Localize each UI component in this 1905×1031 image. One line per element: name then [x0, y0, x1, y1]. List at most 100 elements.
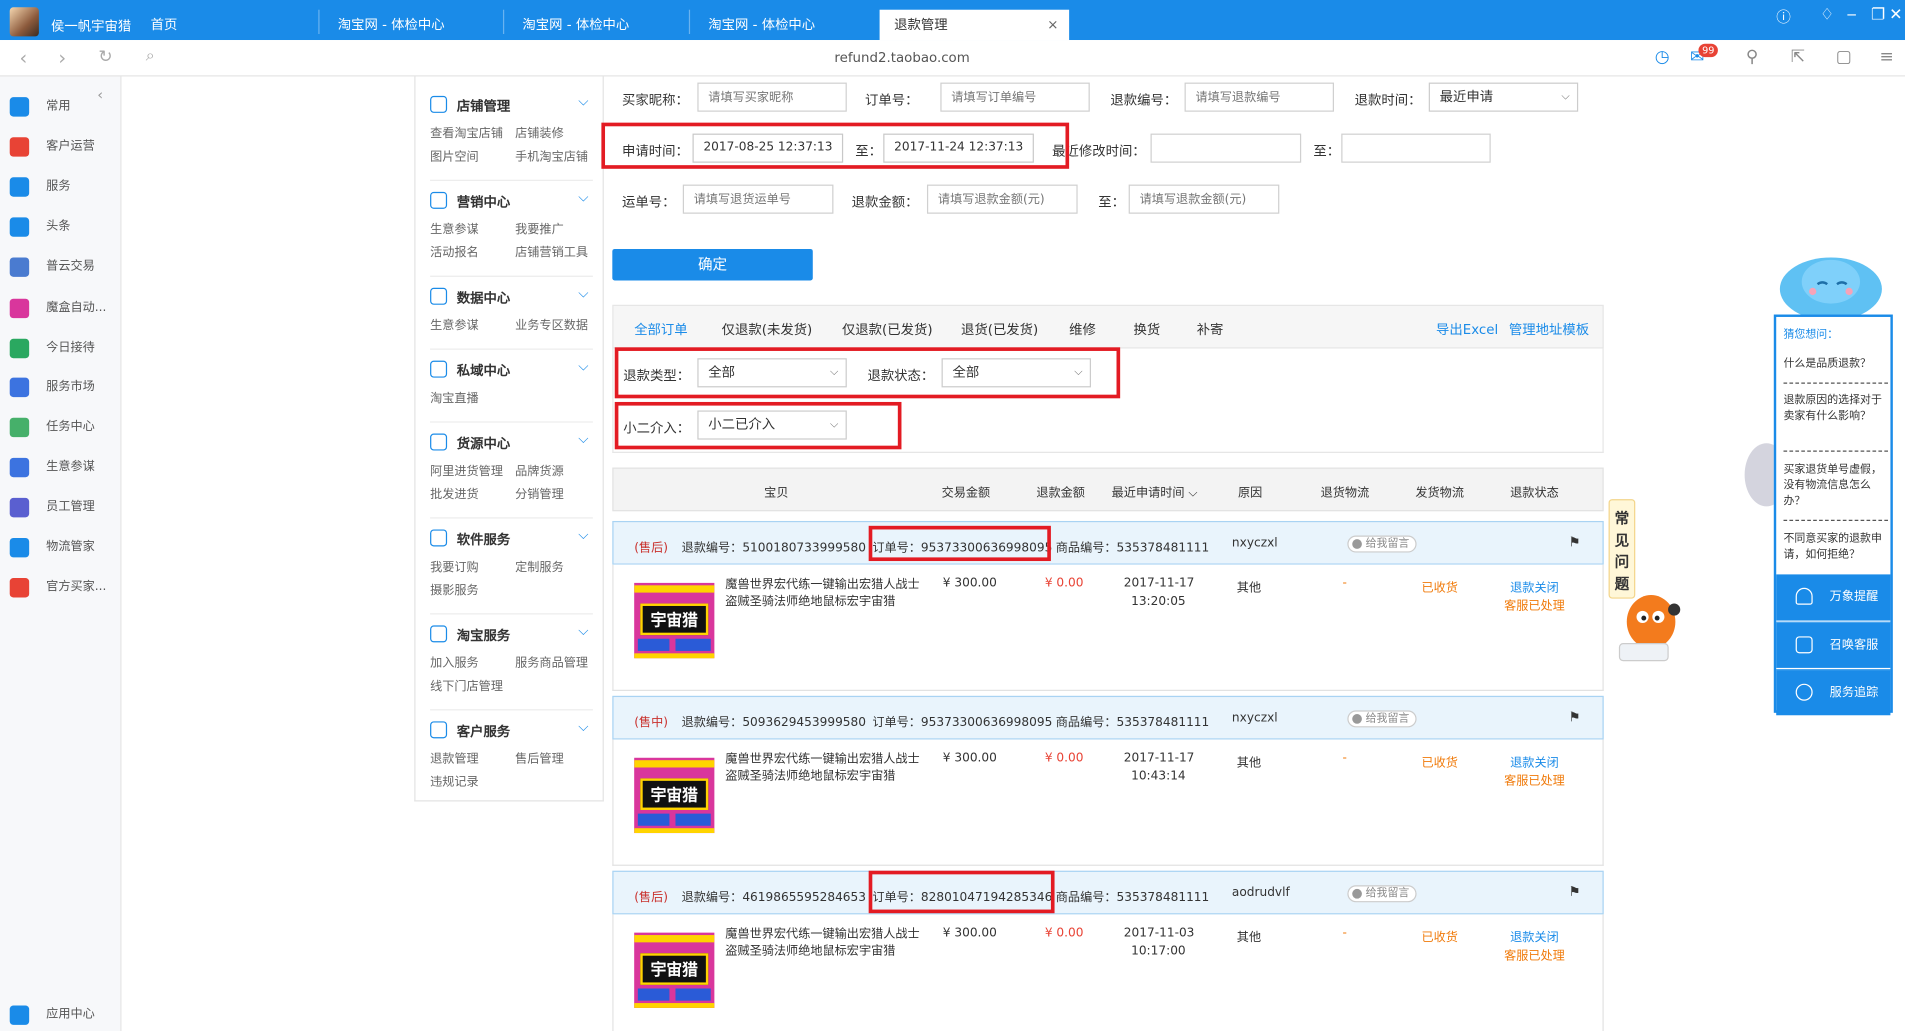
- buyer-name[interactable]: nxyczxl: [1232, 712, 1278, 725]
- assistant-question[interactable]: 什么是品质退款？: [1784, 357, 1888, 373]
- nav-link[interactable]: 批发进货: [430, 483, 479, 501]
- chevron-down-icon[interactable]: ⌵: [578, 285, 588, 302]
- nav-link[interactable]: 线下门店管理: [430, 675, 503, 693]
- tab-reissue[interactable]: 补寄: [1197, 319, 1224, 338]
- nav-group-title[interactable]: 货源中心: [457, 434, 510, 453]
- product-image[interactable]: 宇宙猎: [634, 932, 715, 1008]
- tab-home[interactable]: 首页: [136, 10, 306, 40]
- tab-close-icon[interactable]: ×: [1047, 10, 1058, 40]
- call-service-button[interactable]: 召唤客服: [1776, 621, 1891, 668]
- buyer-name[interactable]: aodrudvlf: [1232, 886, 1290, 899]
- chevron-down-icon[interactable]: ⌵: [578, 527, 588, 544]
- address-template-link[interactable]: 管理地址模板: [1509, 319, 1589, 338]
- nav-link[interactable]: 店铺营销工具: [515, 242, 588, 260]
- item-number[interactable]: 商品编号：535378481111: [1056, 712, 1210, 729]
- tab-all-orders[interactable]: 全部订单: [634, 319, 687, 338]
- flag-icon[interactable]: ⚑: [1568, 884, 1580, 900]
- nav-link[interactable]: 手机淘宝店铺: [515, 146, 588, 164]
- nav-link[interactable]: 阿里进货管理: [430, 460, 503, 478]
- app-item[interactable]: 服务市场: [9, 375, 119, 399]
- menu-icon[interactable]: ≡: [1879, 47, 1893, 66]
- item-number[interactable]: 商品编号：535378481111: [1056, 537, 1210, 555]
- nav-link[interactable]: 生意参谋: [430, 219, 479, 236]
- pin-icon[interactable]: ⚲: [1746, 47, 1758, 66]
- nav-link[interactable]: 生意参谋: [430, 315, 479, 332]
- nav-link[interactable]: 图片空间: [430, 146, 479, 164]
- assistant-question[interactable]: 买家退货单号虚假，没有物流信息怎么办？: [1784, 463, 1888, 510]
- maximize-icon[interactable]: ❐: [1871, 6, 1885, 24]
- service-processed-link[interactable]: 客服已处理: [1504, 770, 1565, 788]
- nav-link[interactable]: 店铺装修: [515, 123, 564, 141]
- order-no-input[interactable]: [940, 82, 1090, 112]
- clock-icon[interactable]: ◷: [1655, 47, 1670, 66]
- tab-exchange[interactable]: 换货: [1134, 319, 1161, 338]
- tab-health-center-3[interactable]: 淘宝网 - 体检中心: [694, 10, 864, 40]
- service-tracking-button[interactable]: 服务追踪: [1776, 669, 1891, 716]
- nav-link[interactable]: 摄影服务: [430, 579, 479, 597]
- service-processed-link[interactable]: 客服已处理: [1504, 595, 1565, 613]
- minimize-icon[interactable]: ‒: [1847, 6, 1857, 24]
- chevron-down-icon[interactable]: ⌵: [578, 189, 588, 206]
- app-item[interactable]: 员工管理: [9, 495, 119, 519]
- help-icon[interactable]: ⓘ: [1776, 6, 1791, 27]
- product-image[interactable]: 宇宙猎: [634, 582, 715, 659]
- modify-time-to-field[interactable]: [1341, 133, 1491, 163]
- nav-link[interactable]: 定制服务: [515, 556, 564, 574]
- nav-link[interactable]: 售后管理: [515, 748, 564, 766]
- tab-return-shipped[interactable]: 退货(已发货): [961, 319, 1038, 338]
- app-item[interactable]: 官方买家...: [9, 576, 119, 600]
- nav-link[interactable]: 服务商品管理: [515, 652, 588, 670]
- nav-link[interactable]: 业务专区数据: [515, 315, 588, 332]
- service-processed-link[interactable]: 客服已处理: [1504, 945, 1565, 963]
- app-item[interactable]: 头条: [9, 215, 119, 239]
- refund-amount-to-input[interactable]: [1128, 184, 1280, 214]
- app-item[interactable]: 今日接待: [9, 336, 119, 360]
- nav-link[interactable]: 活动报名: [430, 242, 479, 260]
- waybill-input[interactable]: [682, 184, 834, 214]
- url-field[interactable]: refund2.taobao.com: [0, 50, 1804, 66]
- tab-refund-unshipped[interactable]: 仅退款(未发货): [722, 319, 813, 338]
- refund-number[interactable]: 退款编号：5093629453999580: [682, 712, 866, 729]
- user-avatar[interactable]: [9, 7, 39, 37]
- chevron-down-icon[interactable]: ⌵: [578, 623, 588, 640]
- tab-refund-shipped[interactable]: 仅退款(已发货): [842, 319, 933, 338]
- flag-icon[interactable]: ⚑: [1568, 534, 1580, 550]
- tab-refund-management[interactable]: 退款管理 ×: [879, 9, 1070, 41]
- nav-group-title[interactable]: 营销中心: [457, 192, 510, 211]
- tab-repair[interactable]: 维修: [1069, 319, 1096, 338]
- col-apply-time[interactable]: 最近申请时间 ⌵: [1112, 482, 1198, 500]
- skin-icon[interactable]: ♢: [1820, 6, 1834, 24]
- app-item[interactable]: 客户运营: [9, 135, 119, 159]
- refund-number[interactable]: 退款编号：4619865595284653: [682, 886, 866, 904]
- modify-time-from-field[interactable]: [1150, 133, 1302, 163]
- app-item[interactable]: 任务中心: [9, 415, 119, 439]
- app-item[interactable]: 普云交易: [9, 255, 119, 279]
- refund-status-link[interactable]: 退款关闭: [1510, 752, 1559, 770]
- refund-time-select[interactable]: 最近申请 ⌵: [1428, 82, 1579, 112]
- refund-number[interactable]: 退款编号：5100180733999580: [682, 537, 866, 555]
- app-item[interactable]: 常用: [9, 95, 119, 119]
- nav-link[interactable]: 查看淘宝店铺: [430, 123, 503, 141]
- product-name[interactable]: 魔兽世界宏代练一键输出宏猎人战士盗贼圣骑法师绝地鼠标宏宇宙猎: [725, 927, 925, 961]
- chevron-down-icon[interactable]: ⌵: [578, 94, 588, 111]
- nav-group-title[interactable]: 淘宝服务: [457, 625, 510, 644]
- leave-message-button[interactable]: 给我留言: [1347, 535, 1417, 553]
- leave-message-button[interactable]: 给我留言: [1347, 710, 1417, 728]
- nav-link[interactable]: 分销管理: [515, 483, 564, 501]
- nav-group-title[interactable]: 店铺管理: [457, 96, 510, 115]
- nav-link[interactable]: 加入服务: [430, 652, 479, 670]
- nav-link[interactable]: 我要订购: [430, 556, 479, 574]
- assistant-question[interactable]: 不同意买家的退款申请，如何拒绝？: [1784, 532, 1888, 564]
- share-icon[interactable]: ⇱: [1791, 47, 1805, 66]
- nav-link[interactable]: 退款管理: [430, 748, 479, 766]
- nav-group-title[interactable]: 数据中心: [457, 288, 510, 307]
- nav-group-title[interactable]: 私域中心: [457, 361, 510, 380]
- app-item[interactable]: 生意参谋: [9, 455, 119, 479]
- nav-link[interactable]: 淘宝直播: [430, 387, 479, 405]
- close-window-icon[interactable]: ✕: [1889, 6, 1902, 24]
- flag-icon[interactable]: ⚑: [1568, 709, 1580, 725]
- product-image[interactable]: 宇宙猎: [634, 757, 715, 834]
- export-excel-link[interactable]: 导出Excel: [1436, 319, 1498, 338]
- buyer-nick-input[interactable]: [697, 82, 847, 112]
- app-item[interactable]: 应用中心: [9, 1003, 119, 1027]
